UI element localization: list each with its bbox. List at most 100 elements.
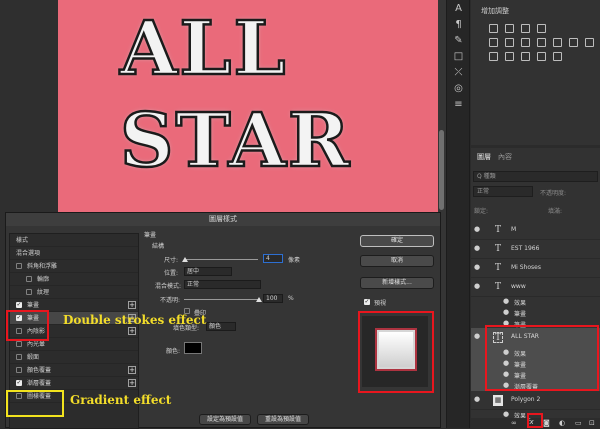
position-select[interactable]: 居中 [184,267,232,276]
levels-icon[interactable] [505,24,514,33]
style-item-texture[interactable]: 紋理 [10,286,138,299]
preview-checkbox[interactable]: ✓ [364,299,370,305]
annotation-box-preview [358,311,434,393]
style-label: 漸層覆蓋 [27,380,52,387]
style-item-satin[interactable]: 緞面 [10,351,138,364]
paragraph-icon[interactable]: ¶ [452,18,465,31]
adjustment-icon[interactable]: ◐ [559,419,565,427]
opacity-slider[interactable] [184,299,258,300]
posterize-icon[interactable] [505,52,514,61]
style-label: 斜角和浮雕 [27,263,58,270]
eye-icon[interactable]: ● [474,264,482,271]
fill-type-select[interactable]: 顏色 [206,322,236,331]
ok-button[interactable]: 確定 [360,235,434,247]
new-style-button[interactable]: 新增樣式... [360,277,434,289]
blend-select[interactable]: 正常 [184,280,261,289]
hue-icon[interactable] [505,38,514,47]
checkbox[interactable] [16,341,22,347]
eye-icon[interactable]: ● [503,411,511,418]
make-default-button[interactable]: 設定為預設值 [199,414,251,425]
add-icon[interactable]: + [128,327,136,335]
eye-icon[interactable]: ● [474,226,482,233]
invert-icon[interactable] [489,52,498,61]
size-slider-thumb[interactable] [182,257,188,262]
artboard[interactable]: ALL STAR [58,0,438,212]
channel-mixer-icon[interactable] [569,38,578,47]
layer-blend-mode[interactable]: 正常 [473,186,533,197]
exposure-icon[interactable] [537,24,546,33]
bw-icon[interactable] [537,38,546,47]
style-label: 緞面 [27,354,40,361]
color-swatch[interactable] [184,342,202,354]
selective-color-icon[interactable] [553,52,562,61]
style-label: 樣式 [16,237,29,244]
style-item-color-overlay[interactable]: 顏色覆蓋 + [10,364,138,377]
size-slider[interactable] [184,259,258,260]
lookup-icon[interactable] [585,38,594,47]
transform-icon[interactable]: ⤫ [452,66,465,79]
checkbox[interactable] [16,367,22,373]
type-layer-icon: T [494,225,501,235]
layer-row[interactable]: ● ▦ Polygon 2 [471,391,600,410]
layer-row[interactable]: ● T www [471,278,600,297]
tab-layers[interactable]: 圖層 [477,152,491,162]
checkbox[interactable] [26,289,32,295]
opacity-label: 不透明: [160,297,181,304]
add-icon[interactable]: + [128,301,136,309]
shape-icon[interactable]: □ [452,50,465,63]
add-icon[interactable]: + [128,379,136,387]
checkbox[interactable] [26,276,32,282]
effect-row[interactable]: ● 筆畫 [471,307,600,319]
eye-icon[interactable]: ● [503,309,511,316]
tab-properties[interactable]: 內容 [498,152,512,162]
layer-row[interactable]: ● T Mi Shoses [471,259,600,278]
annotation-box-fx [527,413,543,428]
style-item-contour[interactable]: 輪廓 [10,273,138,286]
link-icon[interactable]: ∞ [511,419,517,427]
size-field[interactable]: 4 [263,254,283,263]
layer-filter[interactable]: Q 種類 [473,171,598,182]
layer-name: EST 1966 [511,245,540,252]
brush-icon[interactable]: ✎ [452,34,465,47]
opacity-slider-thumb[interactable] [256,297,262,302]
eye-icon[interactable]: ● [503,298,511,305]
size-unit: 像素 [288,257,301,264]
photo-filter-icon[interactable] [553,38,562,47]
threshold-icon[interactable] [521,52,530,61]
checkbox-checked[interactable]: ✓ [16,380,22,386]
add-icon[interactable]: + [128,366,136,374]
scrollbar-thumb[interactable] [439,130,444,210]
tool-column: A ¶ ✎ □ ⤫ ◎ ≡ [446,0,470,428]
eye-icon[interactable]: ● [474,396,482,403]
style-item-bevel[interactable]: 斜角和浮雕 [10,260,138,273]
clone-icon[interactable]: ◎ [452,82,465,95]
checkbox[interactable] [16,354,22,360]
sliders-icon[interactable]: ≡ [452,98,465,111]
eye-icon[interactable]: ● [474,283,482,290]
style-item-gradient-overlay[interactable]: ✓ 漸層覆蓋 + [10,377,138,390]
style-label: 內光暈 [27,341,46,348]
color-balance-icon[interactable] [521,38,530,47]
type-icon[interactable]: A [452,2,465,15]
style-item-blending[interactable]: 混合選項 [10,247,138,260]
eye-icon[interactable]: ● [474,333,482,340]
style-item-styles[interactable]: 樣式 [10,234,138,247]
layer-row[interactable]: ● T EST 1966 [471,240,600,259]
reset-default-button[interactable]: 重設為預設值 [257,414,309,425]
vibrance-icon[interactable] [489,38,498,47]
checkbox[interactable] [16,263,22,269]
checkbox-checked[interactable]: ✓ [16,302,22,308]
opacity-field[interactable]: 100 [263,294,283,303]
eye-icon[interactable]: ● [474,245,482,252]
effect-row[interactable]: ● 效果 [471,296,600,308]
cancel-button[interactable]: 取消 [360,255,434,267]
curves-icon[interactable] [521,24,530,33]
folder-icon[interactable]: ▭ [575,419,582,427]
layer-row[interactable]: ● T M [471,221,600,240]
trash-icon[interactable]: ⊡ [589,419,595,427]
brightness-icon[interactable] [489,24,498,33]
type-layer-icon: T [494,244,501,254]
gradient-map-icon[interactable] [537,52,546,61]
mask-icon[interactable]: ◙ [543,419,550,427]
style-label: 混合選項 [16,250,41,257]
